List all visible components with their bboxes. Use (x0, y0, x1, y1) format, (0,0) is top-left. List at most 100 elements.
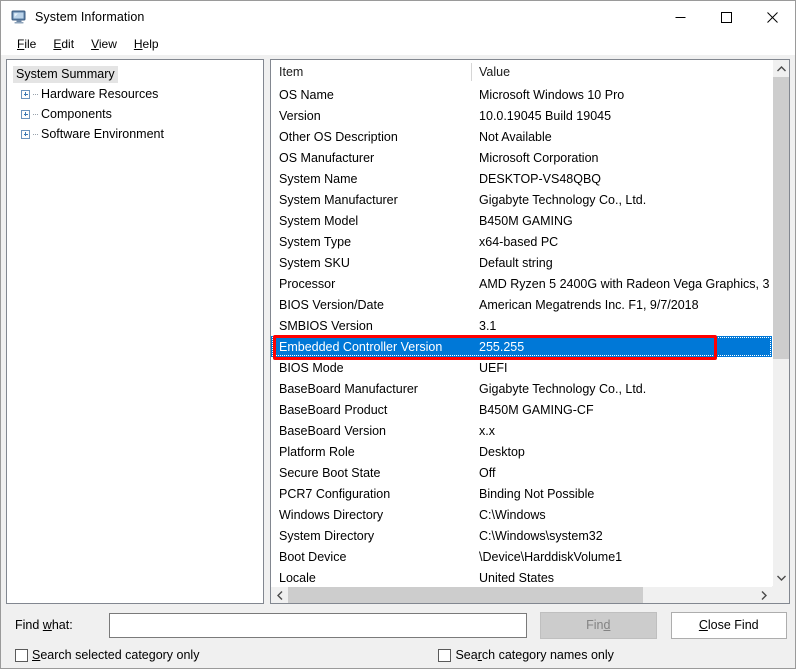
menu-edit-rest: dit (61, 37, 74, 51)
cell-item: BIOS Mode (271, 361, 471, 375)
cell-item: Platform Role (271, 445, 471, 459)
scroll-right-icon[interactable] (755, 587, 772, 604)
cell-value: UEFI (471, 361, 772, 375)
expand-plus-icon[interactable] (21, 90, 30, 99)
table-row[interactable]: System SKUDefault string (271, 252, 772, 273)
find-input[interactable] (109, 613, 527, 638)
vertical-scroll-thumb[interactable] (773, 77, 790, 359)
cell-value: C:\Windows (471, 508, 772, 522)
cell-value: Microsoft Corporation (471, 151, 772, 165)
cb2-pre: Sea (455, 648, 477, 662)
close-button[interactable] (749, 1, 795, 33)
menu-edit[interactable]: Edit (45, 35, 83, 53)
table-row[interactable]: System ModelB450M GAMING (271, 210, 772, 231)
content-area: System Summary Hardware Resources Compon… (1, 55, 795, 604)
cell-value: DESKTOP-VS48QBQ (471, 172, 772, 186)
cell-value: Off (471, 466, 772, 480)
cell-item: Other OS Description (271, 130, 471, 144)
table-row[interactable]: System Typex64-based PC (271, 231, 772, 252)
cell-item: System Name (271, 172, 471, 186)
horizontal-scroll-thumb[interactable] (288, 587, 643, 604)
scroll-down-icon[interactable] (773, 569, 790, 586)
details-list-pane: Item Value OS NameMicrosoft Windows 10 P… (270, 59, 790, 604)
menu-file-rest: ile (24, 37, 36, 51)
table-row[interactable]: Platform RoleDesktop (271, 441, 772, 462)
cell-item: System Model (271, 214, 471, 228)
cell-value: American Megatrends Inc. F1, 9/7/2018 (471, 298, 772, 312)
table-row[interactable]: System ManufacturerGigabyte Technology C… (271, 189, 772, 210)
search-category-names-checkbox[interactable]: Search category names only (438, 648, 613, 662)
column-header-item[interactable]: Item (271, 65, 471, 79)
cell-value: B450M GAMING (471, 214, 772, 228)
table-row[interactable]: Boot Device\Device\HarddiskVolume1 (271, 546, 772, 567)
cell-value: \Device\HarddiskVolume1 (471, 550, 772, 564)
table-row[interactable]: SMBIOS Version3.1 (271, 315, 772, 336)
expand-plus-icon[interactable] (21, 130, 30, 139)
menu-file[interactable]: File (9, 35, 45, 53)
expand-plus-icon[interactable] (21, 110, 30, 119)
cb2-rest: ch category names only (482, 648, 614, 662)
close-find-button[interactable]: Close Find (671, 612, 788, 639)
table-row[interactable]: PCR7 ConfigurationBinding Not Possible (271, 483, 772, 504)
table-row[interactable]: ProcessorAMD Ryzen 5 2400G with Radeon V… (271, 273, 772, 294)
table-row[interactable]: OS ManufacturerMicrosoft Corporation (271, 147, 772, 168)
menu-help[interactable]: Help (126, 35, 168, 53)
table-row[interactable]: BIOS ModeUEFI (271, 357, 772, 378)
find-label-pre: Find (15, 618, 43, 632)
find-label-accel: w (43, 618, 52, 632)
table-row[interactable]: BaseBoard ProductB450M GAMING-CF (271, 399, 772, 420)
tree-item-label: System Summary (13, 66, 118, 83)
find-options-row: Search selected category only Search cat… (9, 648, 787, 662)
search-selected-category-checkbox[interactable]: Search selected category only (15, 648, 199, 662)
list-column-header: Item Value (271, 60, 772, 84)
find-what-label: Find what: (9, 618, 109, 632)
table-row[interactable]: Windows DirectoryC:\Windows (271, 504, 772, 525)
category-tree[interactable]: System Summary Hardware Resources Compon… (6, 59, 264, 604)
cell-item: Version (271, 109, 471, 123)
cell-item: OS Name (271, 88, 471, 102)
close-find-rest: lose Find (708, 618, 759, 632)
find-button-pre: Fin (586, 618, 603, 632)
cell-item: System Directory (271, 529, 471, 543)
table-row[interactable]: OS NameMicrosoft Windows 10 Pro (271, 84, 772, 105)
cell-value: B450M GAMING-CF (471, 403, 772, 417)
table-row[interactable]: BIOS Version/DateAmerican Megatrends Inc… (271, 294, 772, 315)
horizontal-scrollbar[interactable] (271, 586, 772, 603)
cell-value: x64-based PC (471, 235, 772, 249)
scroll-left-icon[interactable] (271, 587, 288, 604)
scroll-up-icon[interactable] (773, 60, 790, 77)
table-row[interactable]: System NameDESKTOP-VS48QBQ (271, 168, 772, 189)
cell-value: United States (471, 571, 772, 585)
minimize-button[interactable] (657, 1, 703, 33)
table-row-selected[interactable]: Embedded Controller Version255.255 (271, 336, 772, 357)
search-category-names-label: Search category names only (455, 648, 613, 662)
table-row[interactable]: BaseBoard Versionx.x (271, 420, 772, 441)
vertical-scrollbar[interactable] (772, 60, 789, 586)
tree-item-hardware-resources[interactable]: Hardware Resources (7, 84, 263, 104)
cell-value: Binding Not Possible (471, 487, 772, 501)
checkbox-box-icon[interactable] (438, 649, 451, 662)
computer-monitor-icon (11, 9, 27, 25)
find-button[interactable]: Find (540, 612, 657, 639)
table-row[interactable]: Secure Boot StateOff (271, 462, 772, 483)
cell-item: Boot Device (271, 550, 471, 564)
search-selected-category-label: Search selected category only (32, 648, 199, 662)
title-bar: System Information (1, 1, 795, 33)
find-label-post: hat: (52, 618, 73, 632)
menu-bar: File Edit View Help (1, 33, 795, 55)
checkbox-box-icon[interactable] (15, 649, 28, 662)
tree-item-components[interactable]: Components (7, 104, 263, 124)
table-row[interactable]: System DirectoryC:\Windows\system32 (271, 525, 772, 546)
table-row[interactable]: BaseBoard ManufacturerGigabyte Technolog… (271, 378, 772, 399)
table-row[interactable]: LocaleUnited States (271, 567, 772, 586)
column-header-value[interactable]: Value (471, 65, 772, 79)
table-row[interactable]: Version10.0.19045 Build 19045 (271, 105, 772, 126)
tree-item-software-environment[interactable]: Software Environment (7, 124, 263, 144)
maximize-button[interactable] (703, 1, 749, 33)
table-row[interactable]: Other OS DescriptionNot Available (271, 126, 772, 147)
cell-item: Windows Directory (271, 508, 471, 522)
tree-item-system-summary[interactable]: System Summary (7, 64, 263, 84)
menu-view[interactable]: View (83, 35, 126, 53)
cell-value: Microsoft Windows 10 Pro (471, 88, 772, 102)
tree-connector-line (33, 94, 39, 95)
